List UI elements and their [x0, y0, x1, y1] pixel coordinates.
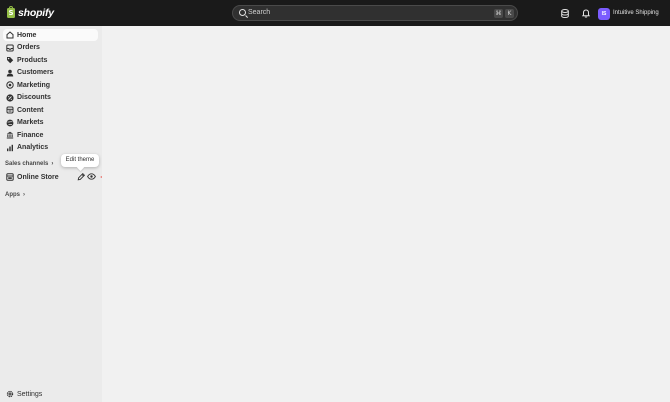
sidebar-item-label: Finance: [17, 131, 44, 139]
store-avatar[interactable]: IS: [598, 8, 610, 20]
sidebar-item-label: Products: [17, 56, 48, 64]
search-placeholder: Search: [248, 9, 271, 16]
target-icon: [4, 81, 16, 89]
sidebar-item-customers[interactable]: Customers: [3, 67, 98, 79]
sidebar-item-label: Marketing: [17, 81, 51, 89]
apps-label: Apps: [5, 192, 20, 198]
shopify-bag-icon: [7, 6, 15, 18]
sidebar-item-discounts[interactable]: Discounts: [3, 92, 98, 104]
sidebar-item-label: Markets: [17, 119, 44, 126]
chevron-right-icon: ›: [51, 161, 54, 167]
sidebar-item-home[interactable]: Home: [3, 29, 98, 41]
cmd-key-badge: ⌘: [494, 9, 503, 18]
chevron-right-icon: ›: [23, 192, 25, 198]
home-icon: [4, 31, 16, 39]
apps-header[interactable]: Apps ›: [5, 192, 25, 198]
sidebar-item-analytics[interactable]: Analytics: [3, 142, 98, 154]
top-bar: shopify Search ⌘ K IS Intuitive Shipping: [0, 0, 670, 26]
store-name[interactable]: Intuitive Shipping: [613, 10, 659, 16]
inbox-icon: [4, 44, 16, 52]
eye-view-icon[interactable]: [87, 172, 97, 182]
sidebar-item-marketing[interactable]: Marketing: [3, 79, 98, 91]
shopify-logo[interactable]: shopify: [7, 6, 54, 19]
sidebar-item-markets[interactable]: Markets: [3, 117, 98, 129]
pencil-edit-icon[interactable]: [77, 172, 87, 182]
edit-theme-tooltip: Edit theme: [61, 154, 99, 167]
sidebar-item-label: Customers: [17, 69, 54, 76]
search-icon: [239, 9, 246, 16]
sidebar-item-label: Content: [17, 106, 44, 114]
sidebar-item-label: Online Store: [17, 173, 59, 181]
discount-icon: [4, 93, 16, 102]
content-icon: [4, 106, 16, 114]
gear-icon: [4, 390, 16, 398]
bell-icon[interactable]: [582, 9, 590, 18]
person-icon: [4, 69, 16, 77]
sidebar-item-finance[interactable]: Finance: [3, 129, 98, 141]
sidebar-item-label: Discounts: [17, 94, 51, 101]
sidebar-item-settings[interactable]: Settings: [3, 388, 98, 400]
sidebar-item-content[interactable]: Content: [3, 104, 98, 116]
sidebar-item-orders[interactable]: Orders: [3, 42, 98, 54]
k-key-badge: K: [505, 9, 514, 18]
globe-icon: [4, 119, 16, 127]
search-bar[interactable]: Search ⌘ K: [232, 5, 518, 21]
bank-icon: [4, 131, 16, 139]
sidebar-item-label: Orders: [17, 44, 40, 51]
bar-chart-icon: [4, 144, 16, 152]
sales-channels-header[interactable]: Sales channels ›: [5, 161, 53, 167]
sidebar-item-label: Settings: [17, 390, 43, 398]
sidebar-item-label: Analytics: [17, 144, 49, 151]
store-icon: [4, 173, 16, 181]
brand-name: shopify: [18, 7, 54, 19]
sidebar-item-label: Home: [17, 31, 37, 39]
main-content-area: [102, 26, 670, 402]
sales-channels-label: Sales channels: [5, 161, 49, 167]
database-icon[interactable]: [561, 9, 569, 18]
sidebar-item-products[interactable]: Products: [3, 54, 98, 66]
tag-icon: [4, 56, 16, 64]
